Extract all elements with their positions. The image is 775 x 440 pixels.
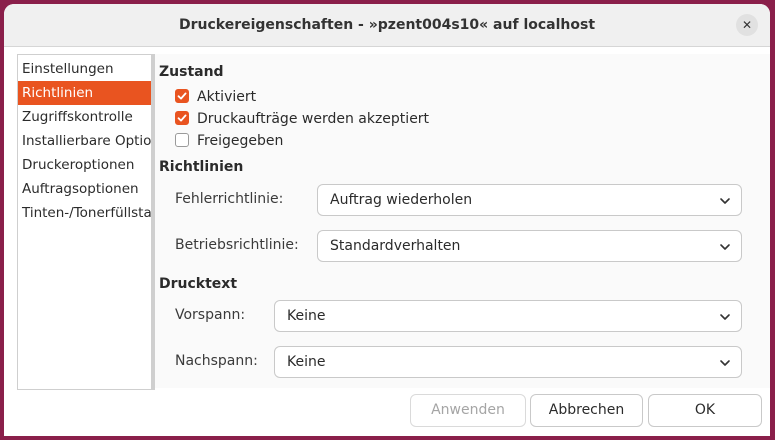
section-richtlinien: Richtlinien (159, 159, 244, 175)
error-policy-value: Auftrag wiederholen (330, 192, 473, 208)
nachspann-label: Nachspann: (175, 353, 258, 369)
sidebar-item-zugriffskontrolle[interactable]: Zugriffskontrolle (18, 105, 152, 129)
sidebar-item-einstellungen[interactable]: Einstellungen (18, 57, 152, 81)
sidebar-item-auftragsoptionen[interactable]: Auftragsoptionen (18, 177, 152, 201)
chevron-down-icon (720, 198, 730, 204)
title-bar[interactable]: Druckereigenschaften - »pzent004s10« auf… (4, 4, 770, 47)
policies-panel: Zustand Aktiviert Druckaufträge werden a… (155, 54, 770, 388)
ok-button[interactable]: OK (648, 394, 762, 427)
checkbox-checked-icon[interactable] (175, 89, 189, 103)
category-list: Einstellungen Richtlinien Zugriffskontro… (17, 54, 153, 390)
sidebar-item-druckeroptionen[interactable]: Druckeroptionen (18, 153, 152, 177)
close-button[interactable]: ✕ (736, 14, 758, 36)
sidebar-item-richtlinien[interactable]: Richtlinien (18, 81, 152, 105)
chevron-down-icon (720, 360, 730, 366)
nachspann-select[interactable]: Keine (274, 346, 742, 378)
error-policy-select[interactable]: Auftrag wiederholen (317, 184, 742, 216)
operation-policy-value: Standardverhalten (330, 238, 461, 254)
vorspann-select[interactable]: Keine (274, 300, 742, 332)
chevron-down-icon (720, 244, 730, 250)
apply-button[interactable]: Anwenden (410, 394, 526, 427)
nachspann-value: Keine (287, 354, 326, 370)
checkbox-unchecked-icon[interactable] (175, 133, 189, 147)
close-icon: ✕ (741, 18, 753, 32)
vorspann-label: Vorspann: (175, 307, 246, 323)
section-drucktext: Drucktext (159, 276, 238, 292)
window-title: Druckereigenschaften - »pzent004s10« auf… (178, 17, 596, 33)
chevron-down-icon (720, 314, 730, 320)
check-label: Druckaufträge werden akzeptiert (197, 111, 430, 127)
checkbox-checked-icon[interactable] (175, 111, 189, 125)
check-label: Freigegeben (197, 133, 284, 149)
sidebar-item-tinten-tonerfuellstand[interactable]: Tinten-/Tonerfüllstand (18, 201, 152, 225)
operation-policy-label: Betriebsrichtlinie: (175, 237, 299, 253)
printer-properties-dialog: Druckereigenschaften - »pzent004s10« auf… (4, 4, 770, 436)
cancel-button[interactable]: Abbrechen (530, 394, 643, 427)
sidebar-item-installierbare-optionen[interactable]: Installierbare Optionen (18, 129, 152, 153)
operation-policy-select[interactable]: Standardverhalten (317, 230, 742, 262)
check-label: Aktiviert (197, 89, 257, 105)
vorspann-value: Keine (287, 308, 326, 324)
section-zustand: Zustand (159, 64, 224, 80)
error-policy-label: Fehlerrichtlinie: (175, 191, 284, 207)
